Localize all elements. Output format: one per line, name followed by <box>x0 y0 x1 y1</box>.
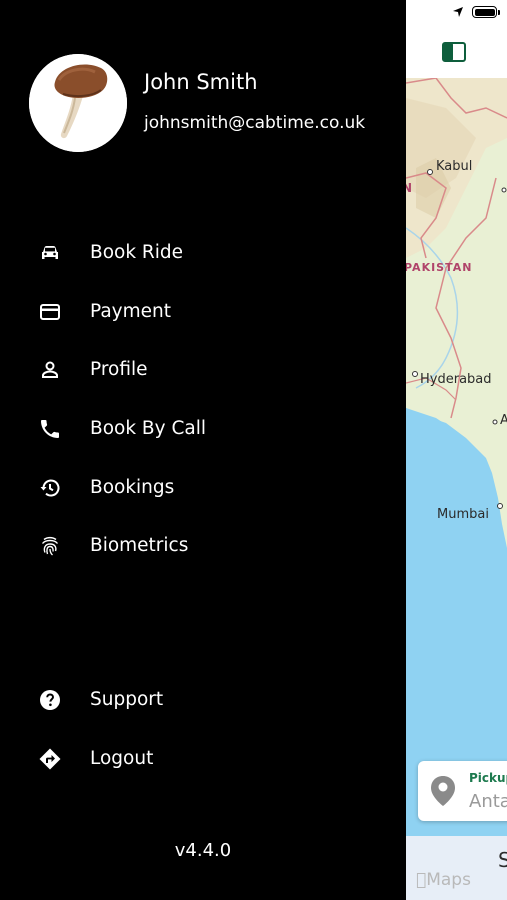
menu-item-book-ride[interactable]: Book Ride <box>0 229 406 277</box>
map-label-mumbai: Mumbai <box>437 507 489 522</box>
menu-item-payment[interactable]: Payment <box>0 288 406 336</box>
fingerprint-icon <box>41 536 59 556</box>
status-bar <box>406 0 507 30</box>
map-label-country: PAKISTAN <box>406 261 472 274</box>
sidebar-toggle-icon[interactable] <box>442 42 466 62</box>
menu-item-bookings[interactable]: Bookings <box>0 464 406 512</box>
phone-icon <box>41 420 59 438</box>
map-view[interactable]: Kabul Hyderabad Mumbai PAKISTAN N A <box>406 78 507 838</box>
navigation-drawer: John Smith johnsmith@cabtime.co.uk Book … <box>0 0 406 900</box>
bottom-action-label: S <box>498 848 507 872</box>
app-version: v4.4.0 <box>174 840 232 861</box>
avatar[interactable] <box>29 54 127 152</box>
menu-item-label: Profile <box>90 359 148 380</box>
menu-item-label: Payment <box>90 301 171 322</box>
user-email: johnsmith@cabtime.co.uk <box>144 113 366 133</box>
menu-item-label: Biometrics <box>90 535 189 556</box>
menu-item-biometrics[interactable]: Biometrics <box>0 522 406 570</box>
help-circle-icon <box>40 690 60 710</box>
menu-item-profile[interactable]: Profile <box>0 346 406 394</box>
menu-item-book-by-call[interactable]: Book By Call <box>0 405 406 453</box>
apple-logo-icon:  <box>416 870 426 890</box>
mushroom-avatar-image <box>29 54 127 152</box>
bottom-action-button[interactable]: S <box>406 836 507 900</box>
user-name: John Smith <box>144 70 258 94</box>
person-icon <box>42 361 58 378</box>
menu-item-label: Book By Call <box>90 418 206 439</box>
menu-item-label: Bookings <box>90 477 175 498</box>
menu-item-label: Book Ride <box>90 242 184 263</box>
menu-item-support[interactable]: Support <box>0 676 406 724</box>
map-label-kabul: Kabul <box>436 159 472 174</box>
car-icon <box>42 246 58 259</box>
credit-card-icon <box>40 304 60 320</box>
location-arrow-icon <box>453 7 463 17</box>
map-label-partial-n: N <box>406 181 413 195</box>
main-screen: Kabul Hyderabad Mumbai PAKISTAN N A Pick… <box>406 0 507 900</box>
menu-item-logout[interactable]: Logout <box>0 735 406 783</box>
maps-attribution: Maps <box>416 870 471 890</box>
pickup-card[interactable]: Pickup Anta <box>418 761 507 821</box>
menu-item-label: Support <box>90 689 164 710</box>
top-bar <box>406 30 507 78</box>
pickup-input[interactable]: Anta <box>469 791 507 812</box>
menu-item-label: Logout <box>90 748 154 769</box>
map-label-hyderabad: Hyderabad <box>420 372 492 387</box>
battery-icon <box>472 6 497 18</box>
location-pin-icon <box>431 776 455 806</box>
directions-icon <box>39 748 61 770</box>
history-icon <box>40 479 60 497</box>
pickup-label: Pickup <box>469 771 507 785</box>
map-label-partial-a: A <box>500 413 507 428</box>
